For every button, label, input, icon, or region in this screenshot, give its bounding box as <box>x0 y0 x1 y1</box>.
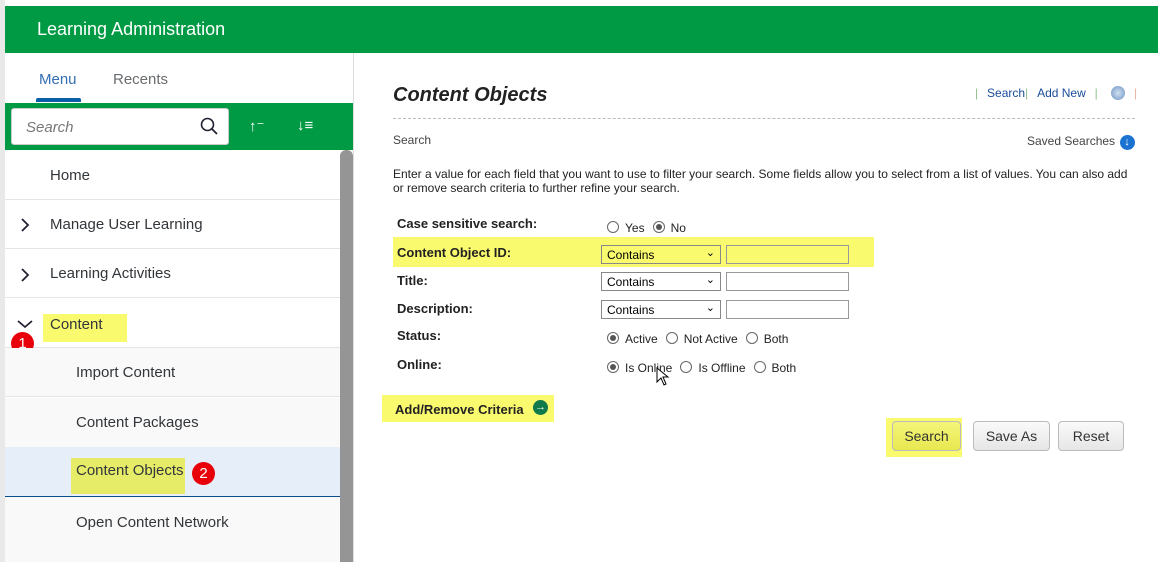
sidebar-item-label: Import Content <box>76 364 176 381</box>
search-link[interactable]: Search <box>987 86 1025 100</box>
chevron-down-icon: ⌄ <box>705 247 715 259</box>
sidebar-item-import-content[interactable]: Import Content <box>5 348 340 397</box>
tab-recents[interactable]: Recents <box>113 71 168 88</box>
chevron-right-icon <box>21 218 30 232</box>
sidebar: Menu Recents Search ↑⁻ ↓≡ Home Manage Us… <box>5 53 354 562</box>
content-object-id-label: Content Object ID: <box>397 245 512 260</box>
save-as-button[interactable]: Save As <box>973 421 1050 451</box>
sidebar-scrollbar[interactable] <box>340 150 353 562</box>
content-object-id-input[interactable] <box>726 245 849 264</box>
sidebar-item-label: Content Objects <box>76 462 184 479</box>
sidebar-item-label: Learning Activities <box>50 265 171 282</box>
main-panel: Content Objects | Search| Add New | | Se… <box>354 53 1158 562</box>
title-input[interactable] <box>726 272 849 291</box>
title-operator[interactable]: Contains ⌄ <box>601 272 721 291</box>
search-icon[interactable] <box>200 117 218 135</box>
description-input[interactable] <box>726 300 849 319</box>
reset-button[interactable]: Reset <box>1058 421 1124 451</box>
page-title: Content Objects <box>393 84 548 106</box>
saved-searches[interactable]: Saved Searches ↓ <box>1027 132 1135 150</box>
step-badge-2: 2 <box>192 462 215 485</box>
sort-ascending-button[interactable]: ↑⁻ <box>249 117 264 135</box>
status-not-active-radio[interactable] <box>665 332 678 344</box>
online-is-offline-radio[interactable] <box>680 361 693 373</box>
radio-label: Is Offline <box>698 361 746 375</box>
chevron-down-icon: ⌄ <box>705 274 715 286</box>
online-radio-group: Is Online Is Offline Both <box>607 361 804 375</box>
title-label: Title: <box>397 273 428 288</box>
help-icon[interactable] <box>1111 86 1126 100</box>
radio-label: Both <box>763 332 789 346</box>
sort-descending-button[interactable]: ↓≡ <box>297 117 313 134</box>
page-actions: | Search| Add New | | <box>975 86 1138 100</box>
sidebar-item-home[interactable]: Home <box>5 151 340 200</box>
case-no-radio[interactable] <box>652 221 665 233</box>
description-label: Description: <box>397 301 473 316</box>
chevron-right-icon <box>21 268 30 282</box>
sidebar-item-label: Content Packages <box>76 414 199 431</box>
case-radio-group: Yes No <box>607 221 694 235</box>
select-value: Contains <box>607 275 655 289</box>
select-value: Contains <box>607 248 655 262</box>
section-title: Search <box>393 133 432 147</box>
status-radio-group: Active Not Active Both <box>607 332 796 346</box>
sidebar-item-content-packages[interactable]: Content Packages <box>5 398 340 447</box>
status-both-radio[interactable] <box>745 332 758 344</box>
chevron-down-icon: ⌄ <box>705 302 715 314</box>
online-both-radio[interactable] <box>753 361 766 373</box>
saved-searches-label: Saved Searches <box>1027 134 1116 148</box>
add-remove-criteria-label: Add/Remove Criteria <box>395 402 524 417</box>
sidebar-item-content[interactable]: Content 1 <box>5 299 340 355</box>
select-value: Contains <box>607 303 655 317</box>
search-button[interactable]: Search <box>892 421 961 451</box>
case-label: Case sensitive search: <box>397 216 538 231</box>
sidebar-item-label: Content <box>50 316 103 333</box>
sidebar-item-label: Open Content Network <box>76 514 229 531</box>
search-placeholder: Search <box>26 119 74 136</box>
description-operator[interactable]: Contains ⌄ <box>601 300 721 319</box>
app-title: Learning Administration <box>37 19 226 39</box>
radio-label: No <box>670 221 686 235</box>
sidebar-item-manage-user-learning[interactable]: Manage User Learning <box>5 200 340 249</box>
content-object-id-operator[interactable]: Contains ⌄ <box>601 245 721 264</box>
sidebar-item-label: Manage User Learning <box>50 216 203 233</box>
sidebar-item-open-content-network[interactable]: Open Content Network <box>5 497 340 562</box>
mouse-cursor-icon <box>656 367 670 386</box>
status-active-radio[interactable] <box>607 332 619 344</box>
sidebar-item-learning-activities[interactable]: Learning Activities <box>5 249 340 298</box>
sidebar-item-label: Home <box>50 167 91 184</box>
online-label: Online: <box>397 357 442 372</box>
arrow-down-circle-icon[interactable]: ↓ <box>1119 135 1135 150</box>
tab-menu[interactable]: Menu <box>39 71 77 88</box>
sidebar-item-content-objects[interactable]: Content Objects 2 <box>5 447 340 497</box>
radio-label: Yes <box>625 221 645 235</box>
radio-label: Both <box>771 361 797 375</box>
add-remove-criteria[interactable]: Add/Remove Criteria → <box>382 395 554 422</box>
add-new-link[interactable]: Add New <box>1037 86 1086 100</box>
app-header: Learning Administration <box>5 6 1158 53</box>
radio-label: Not Active <box>683 332 738 346</box>
instructions: Enter a value for each field that you wa… <box>393 167 1128 195</box>
online-is-online-radio[interactable] <box>607 361 619 373</box>
active-tab-indicator <box>36 98 81 102</box>
divider <box>393 118 1135 119</box>
chevron-down-icon <box>17 320 33 329</box>
status-label: Status: <box>397 328 442 343</box>
case-yes-radio[interactable] <box>607 221 619 233</box>
arrow-right-circle-icon: → <box>533 400 548 415</box>
search-input[interactable]: Search <box>11 108 229 145</box>
sidebar-toolbar: Search ↑⁻ ↓≡ <box>5 103 353 150</box>
radio-label: Active <box>625 332 658 346</box>
